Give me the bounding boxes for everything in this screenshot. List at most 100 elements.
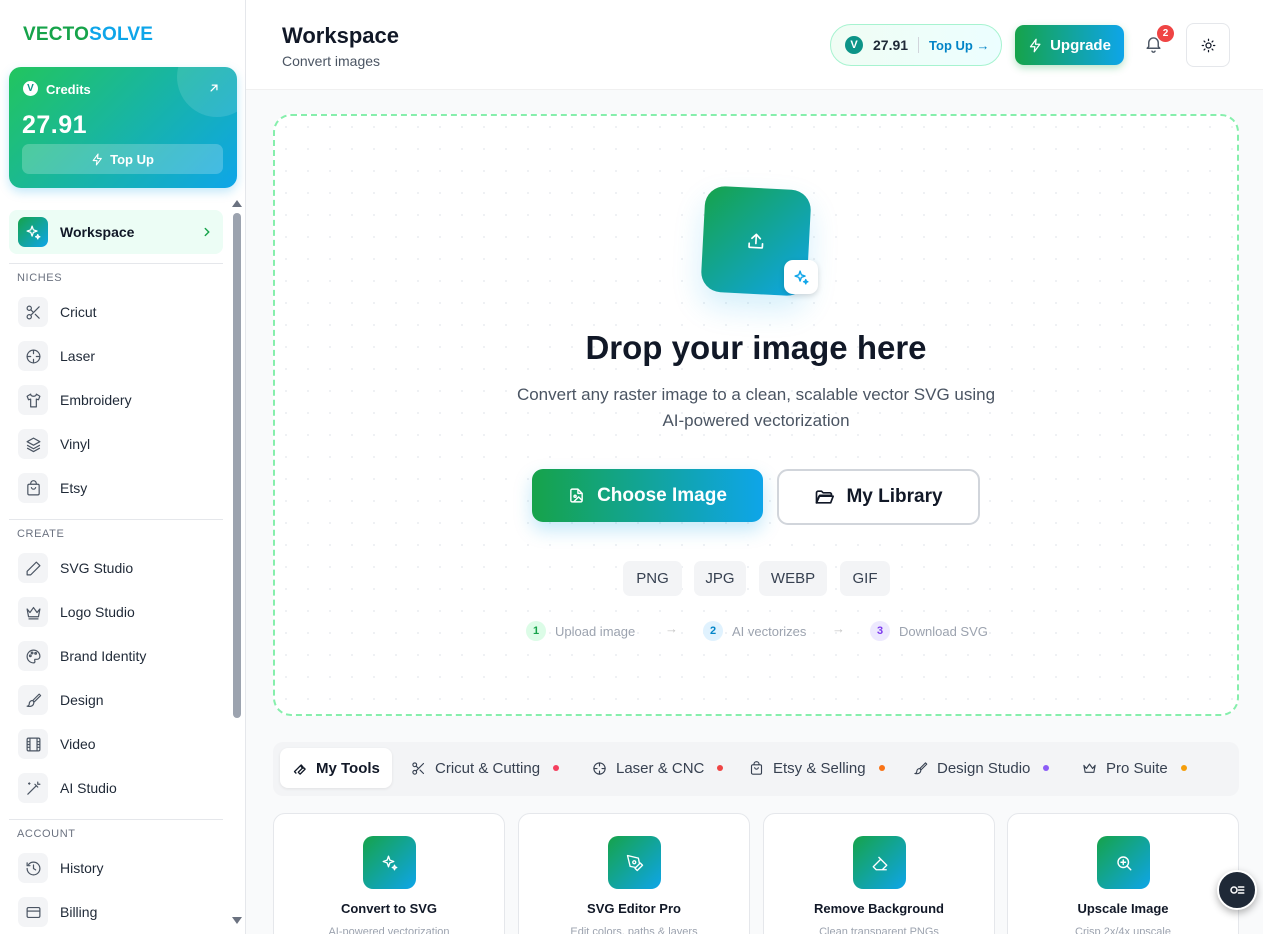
sidebar-item-label: History	[60, 860, 104, 876]
sidebar-item-etsy[interactable]: Etsy	[9, 466, 223, 510]
credits-badge-icon: V	[23, 81, 38, 96]
header: Workspace Convert images V 27.91 Top Up …	[246, 0, 1263, 90]
sidebar-item-label: Laser	[60, 348, 96, 364]
tool-card-title: SVG Editor Pro	[587, 901, 681, 916]
pen-icon	[18, 553, 48, 583]
tool-card-upscale-image[interactable]: Upscale Image Crisp 2x/4x upscale	[1007, 813, 1239, 934]
tool-card-svg-editor-pro[interactable]: SVG Editor Pro Edit colors, paths & laye…	[518, 813, 750, 934]
tool-card-subtitle: Clean transparent PNGs	[819, 926, 939, 934]
tab-laser-cnc[interactable]: Laser & CNC	[580, 748, 735, 788]
tool-card-subtitle: Edit colors, paths & layers	[570, 926, 698, 934]
sidebar-item-video[interactable]: Video	[9, 722, 223, 766]
sparkles-icon	[18, 217, 48, 247]
topup-label: Top Up	[110, 151, 154, 167]
divider	[918, 37, 920, 53]
tab-etsy-selling[interactable]: Etsy & Selling	[737, 748, 897, 788]
sidebar-item-cricut[interactable]: Cricut	[9, 290, 223, 334]
sidebar-item-ai-studio[interactable]: AI Studio	[9, 766, 223, 810]
sidebar-item-logo-studio[interactable]: Logo Studio	[9, 590, 223, 634]
step-number: 1	[526, 621, 546, 641]
crown-icon	[18, 597, 48, 627]
topup-button[interactable]: Top Up	[22, 144, 223, 174]
crown-icon	[1083, 763, 1096, 773]
tab-pro-suite[interactable]: Pro Suite	[1070, 748, 1199, 788]
choose-image-button[interactable]: Choose Image	[532, 469, 763, 522]
tool-category-tabs: My Tools Cricut & Cutting Laser & CNC Et…	[273, 742, 1239, 796]
list-settings-icon	[1230, 886, 1245, 894]
sidebar-item-label: Embroidery	[60, 392, 132, 408]
zoom-in-icon	[1097, 836, 1150, 889]
page-subtitle: Convert images	[282, 53, 381, 69]
format-badge: GIF	[840, 561, 890, 596]
credits-label: Credits	[46, 82, 91, 97]
sidebar-item-design[interactable]: Design	[9, 678, 223, 722]
tool-card-convert-to-svg[interactable]: Convert to SVG AI-powered vectorization	[273, 813, 505, 934]
sidebar-scrollbar[interactable]	[233, 213, 241, 718]
my-library-button[interactable]: My Library	[777, 469, 980, 525]
folder-open-icon	[816, 490, 835, 504]
scroll-down-arrow[interactable]	[232, 917, 242, 924]
format-badge: PNG	[623, 561, 682, 596]
brush-icon	[914, 761, 928, 774]
external-arrow-icon[interactable]	[207, 81, 221, 95]
step-number: 3	[870, 621, 890, 641]
tab-design-studio[interactable]: Design Studio	[901, 748, 1061, 788]
upgrade-button[interactable]: Upgrade	[1015, 25, 1124, 65]
tab-label: Etsy & Selling	[773, 759, 866, 777]
sidebar-item-vinyl[interactable]: Vinyl	[9, 422, 223, 466]
bolt-icon	[1029, 38, 1041, 52]
tool-card-title: Convert to SVG	[340, 901, 438, 916]
crosshair-icon	[593, 761, 606, 775]
dropzone-description: Convert any raster image to a clean, sca…	[516, 385, 996, 430]
step-download: 3 Download SVG	[870, 621, 988, 641]
sidebar-item-embroidery[interactable]: Embroidery	[9, 378, 223, 422]
shopping-bag-icon	[750, 760, 763, 775]
sidebar-item-label: Vinyl	[60, 436, 91, 452]
sidebar-item-label: AI Studio	[60, 780, 117, 796]
tab-indicator-dot	[878, 765, 885, 771]
floating-menu-button[interactable]	[1217, 870, 1257, 910]
topup-link[interactable]: Top Up →	[929, 38, 989, 53]
tool-card-subtitle: AI-powered vectorization	[328, 926, 450, 934]
sidebar-item-label: Cricut	[60, 304, 97, 320]
sparkles-icon	[363, 836, 416, 889]
sidebar: VECTOSOLVE V Credits 27.91 Top Up Worksp…	[0, 0, 246, 934]
step-vectorize: 2 AI vectorizes	[703, 621, 806, 641]
sparkles-icon	[784, 260, 818, 294]
tab-label: My Tools	[316, 759, 380, 777]
upgrade-label: Upgrade	[1050, 36, 1111, 54]
sidebar-item-label: Billing	[60, 904, 98, 920]
sidebar-item-billing[interactable]: Billing	[9, 890, 223, 934]
choose-image-label: Choose Image	[597, 484, 727, 506]
tool-card-remove-background[interactable]: Remove Background Clean transparent PNGs	[763, 813, 995, 934]
sidebar-item-label: Logo Studio	[60, 604, 135, 620]
wrench-icon	[293, 763, 306, 775]
sidebar-item-label: Design	[60, 692, 104, 708]
brush-icon	[18, 685, 48, 715]
credit-card-icon	[18, 897, 48, 927]
theme-toggle-button[interactable]	[1186, 23, 1230, 67]
eraser-icon	[853, 836, 906, 889]
scroll-up-arrow[interactable]	[232, 200, 242, 207]
divider	[9, 263, 223, 264]
step-label: Upload image	[555, 623, 636, 639]
sidebar-item-brand-identity[interactable]: Brand Identity	[9, 634, 223, 678]
sidebar-item-history[interactable]: History	[9, 846, 223, 890]
tab-label: Pro Suite	[1106, 759, 1168, 777]
sidebar-item-workspace[interactable]: Workspace	[9, 210, 223, 254]
image-dropzone[interactable]: Drop your image here Convert any raster …	[273, 114, 1239, 716]
layers-icon	[18, 429, 48, 459]
tab-my-tools[interactable]: My Tools	[280, 748, 392, 788]
sidebar-nav: Workspace NICHES Cricut Laser Embroidery…	[9, 210, 223, 934]
section-title-niches: NICHES	[17, 272, 63, 284]
sidebar-item-laser[interactable]: Laser	[9, 334, 223, 378]
sidebar-item-svg-studio[interactable]: SVG Studio	[9, 546, 223, 590]
sidebar-item-label: Workspace	[60, 224, 135, 240]
logo[interactable]: VECTOSOLVE	[23, 24, 153, 46]
tab-cricut-cutting[interactable]: Cricut & Cutting	[399, 748, 571, 788]
tool-card-title: Remove Background	[813, 901, 945, 916]
header-credits-pill[interactable]: V 27.91 Top Up →	[830, 24, 1002, 66]
format-badge: JPG	[694, 561, 746, 596]
step-label: AI vectorizes	[732, 623, 807, 639]
scissors-icon	[18, 297, 48, 327]
